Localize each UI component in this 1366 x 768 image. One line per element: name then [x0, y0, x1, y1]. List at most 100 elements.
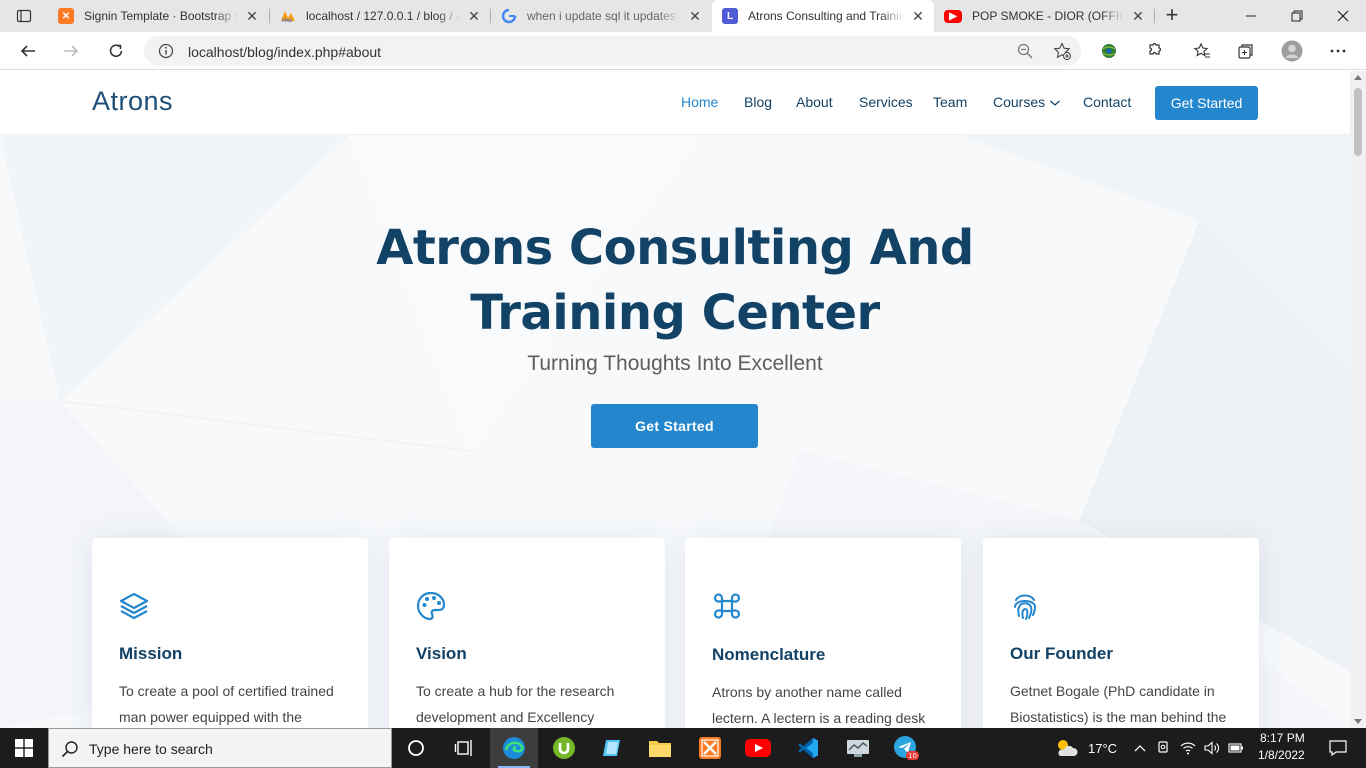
tab-title: localhost / 127.0.0.1 / blog / admin [306, 9, 460, 23]
nav-blog[interactable]: Blog [744, 94, 772, 110]
header-get-started-button[interactable]: Get Started [1155, 86, 1258, 120]
back-arrow-icon[interactable] [14, 37, 42, 65]
tab-close-icon[interactable]: ✕ [1130, 8, 1146, 25]
card-text: To create a pool of certified trained ma… [119, 683, 334, 725]
nomenclature-card[interactable]: Nomenclature Atrons by another name call… [685, 538, 961, 728]
tab-title: Signin Template · Bootstrap v5 [84, 9, 238, 23]
weather-temperature[interactable]: 17°C [1088, 741, 1117, 756]
collections-icon[interactable] [1232, 37, 1260, 65]
layers-icon [119, 592, 149, 620]
taskbar-search-placeholder: Type here to search [89, 741, 213, 757]
network-wifi-icon[interactable] [1176, 728, 1200, 768]
add-favorite-icon[interactable] [1053, 42, 1071, 65]
edge-taskbar-icon[interactable] [490, 728, 538, 768]
vision-card[interactable]: Vision To create a hub for the research … [389, 538, 665, 728]
volume-icon[interactable] [1200, 728, 1224, 768]
tab-actions-icon[interactable] [0, 0, 48, 32]
nav-team[interactable]: Team [933, 94, 967, 110]
browser-tab[interactable]: PMA localhost / 127.0.0.1 / blog / admin… [270, 0, 490, 32]
tab-title: POP SMOKE - DIOR (OFFICIAL VIDEO) [972, 9, 1124, 23]
new-tab-plus-icon[interactable]: + [1160, 4, 1184, 28]
browser-tab[interactable]: ✕ Signin Template · Bootstrap v5 ✕ [48, 0, 268, 32]
browser-tab-active[interactable]: L Atrons Consulting and Training Center … [712, 0, 934, 32]
telegram-badge-count: 10 [908, 752, 917, 760]
address-bar[interactable]: localhost/blog/index.php#about [144, 36, 1081, 66]
google-icon [501, 8, 517, 24]
hero-title-line1: Atrons Consulting And [376, 220, 974, 276]
tab-title: when i update sql it updates all [527, 9, 681, 23]
more-menu-icon[interactable] [1324, 37, 1352, 65]
tray-chevron-up-icon[interactable] [1128, 728, 1152, 768]
extension-globe-icon[interactable] [1095, 37, 1123, 65]
nav-about[interactable]: About [796, 94, 833, 110]
notepad-taskbar-icon[interactable] [588, 728, 636, 768]
hero-title-line2: Training Center [470, 285, 880, 341]
youtube-taskbar-icon[interactable] [734, 728, 782, 768]
site-logo-icon: L [722, 8, 738, 24]
svg-text:PMA: PMA [282, 18, 293, 23]
restore-icon[interactable] [1274, 0, 1320, 32]
hero-subtitle: Turning Thoughts Into Excellent [527, 352, 823, 375]
refresh-icon[interactable] [102, 37, 130, 65]
xampp-taskbar-icon[interactable] [686, 728, 734, 768]
card-text: Getnet Bogale (PhD candidate in Biostati… [1010, 683, 1227, 725]
system-monitor-taskbar-icon[interactable] [834, 728, 882, 768]
minimize-icon[interactable] [1228, 0, 1274, 32]
battery-icon[interactable] [1224, 728, 1248, 768]
telegram-taskbar-icon[interactable]: 10 [882, 728, 930, 768]
utorrent-taskbar-icon[interactable] [540, 728, 588, 768]
tab-title: Atrons Consulting and Training Center [748, 9, 904, 23]
founder-card[interactable]: Our Founder Getnet Bogale (PhD candidate… [983, 538, 1259, 728]
nav-courses[interactable]: Courses [993, 94, 1061, 110]
file-explorer-taskbar-icon[interactable] [636, 728, 684, 768]
info-icon[interactable] [158, 43, 174, 64]
hero-get-started-button[interactable]: Get Started [591, 404, 758, 448]
zoom-out-icon[interactable] [1017, 43, 1033, 64]
taskbar-search-box[interactable]: Type here to search [48, 728, 392, 768]
nav-home[interactable]: Home [681, 94, 718, 110]
fingerprint-icon [1014, 594, 1037, 620]
browser-toolbar: localhost/blog/index.php#about [0, 32, 1366, 70]
youtube-icon: ▶ [944, 9, 962, 23]
scroll-down-arrow-icon[interactable] [1354, 719, 1362, 724]
forward-arrow-icon[interactable] [57, 37, 85, 65]
nav-services[interactable]: Services [859, 94, 913, 110]
clock-time[interactable]: 8:17 PM [1260, 731, 1305, 745]
scrollbar-thumb[interactable] [1354, 88, 1362, 156]
browser-tab[interactable]: ▶ POP SMOKE - DIOR (OFFICIAL VIDEO) ✕ [934, 0, 1154, 32]
page-scrollbar[interactable] [1350, 71, 1366, 728]
nav-courses-label: Courses [993, 94, 1046, 110]
mission-card[interactable]: Mission To create a pool of certified tr… [92, 538, 368, 728]
task-view-icon[interactable] [440, 728, 488, 768]
profile-avatar-icon[interactable] [1278, 37, 1306, 65]
card-title: Nomenclature [712, 645, 826, 664]
site-logo[interactable]: Atrons [92, 86, 173, 117]
clock-date[interactable]: 1/8/2022 [1258, 748, 1305, 762]
nav-contact[interactable]: Contact [1083, 94, 1131, 110]
phpmyadmin-icon: PMA [280, 8, 296, 24]
card-title: Vision [416, 644, 467, 663]
card-title: Mission [119, 644, 183, 663]
web-page: Atrons Home Blog About Services Team Cou… [0, 71, 1350, 728]
tab-close-icon[interactable]: ✕ [687, 8, 703, 25]
chevron-down-icon [1050, 100, 1061, 106]
cortana-icon[interactable] [392, 728, 440, 768]
tab-close-icon[interactable]: ✕ [910, 8, 926, 25]
vscode-taskbar-icon[interactable] [784, 728, 832, 768]
card-title: Our Founder [1010, 644, 1113, 663]
tab-close-icon[interactable]: ✕ [466, 8, 482, 25]
browser-tab[interactable]: when i update sql it updates all ✕ [491, 0, 711, 32]
site-header: Atrons Home Blog About Services Team Cou… [0, 71, 1350, 135]
command-icon [713, 593, 741, 619]
tab-close-icon[interactable]: ✕ [244, 8, 260, 25]
close-window-icon[interactable] [1320, 0, 1366, 32]
meet-now-icon[interactable] [1152, 728, 1176, 768]
extensions-icon[interactable] [1139, 37, 1167, 65]
weather-icon[interactable] [1046, 728, 1086, 768]
card-text: To create a hub for the research develop… [416, 683, 615, 725]
url-text[interactable]: localhost/blog/index.php#about [188, 44, 381, 60]
windows-start-icon[interactable] [0, 728, 48, 768]
notifications-icon[interactable] [1318, 728, 1358, 768]
favorites-icon[interactable] [1188, 37, 1216, 65]
scroll-up-arrow-icon[interactable] [1354, 75, 1362, 80]
